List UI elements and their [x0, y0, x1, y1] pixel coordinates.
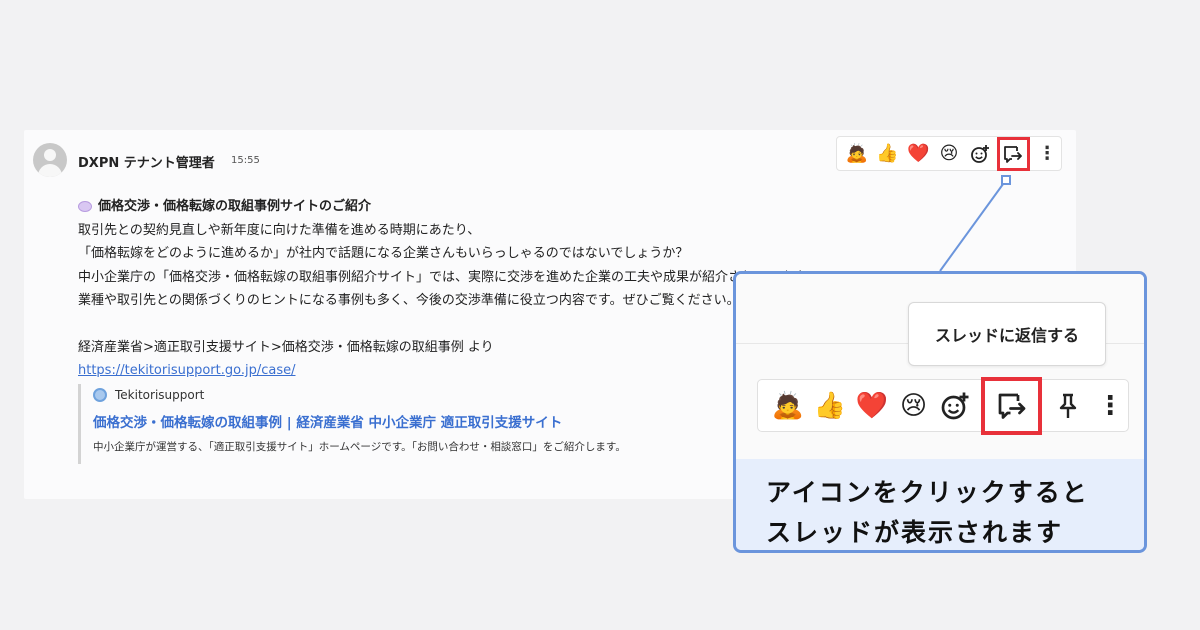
- callout-caption: アイコンをクリックすると スレッドが表示されます: [736, 459, 1144, 550]
- author-name[interactable]: DXPN テナント管理者: [78, 152, 215, 171]
- link-preview: Tekitorisupport 価格交渉・価格転嫁の取組事例 | 経済産業省 中…: [78, 384, 778, 464]
- preview-site-row: Tekitorisupport: [93, 388, 778, 402]
- thread-reply-tooltip: スレッドに返信する: [908, 302, 1106, 366]
- preview-description: 中小企業庁が運営する、「適正取引支援サイト」ホームページです。「お問い合わせ・相…: [93, 441, 626, 453]
- message-line: 取引先との契約見直しや新年度に向けた準備を進める時期にあたり、: [78, 222, 481, 238]
- reply-in-thread-button[interactable]: [981, 376, 1043, 435]
- message-title: 価格交渉・価格転嫁の取組事例サイトのご紹介: [98, 199, 372, 214]
- preview-title-link[interactable]: 価格交渉・価格転嫁の取組事例 | 経済産業省 中小企業庁 適正取引支援サイト: [93, 411, 778, 431]
- thread-reply-icon: [998, 393, 1026, 419]
- speech-bubble-icon: [78, 201, 92, 213]
- more-options-icon[interactable]: ⋮: [1092, 387, 1128, 425]
- thumbs-up-emoji-icon[interactable]: 👍: [812, 387, 848, 425]
- thumbs-up-emoji-icon[interactable]: 👍: [874, 140, 902, 168]
- crying-emoji-icon[interactable]: 😢: [896, 387, 932, 425]
- thread-reply-icon: [1004, 145, 1023, 163]
- message-title-row: 価格交渉・価格転嫁の取組事例サイトのご紹介: [78, 195, 878, 219]
- caption-line-2: スレッドが表示されます: [766, 518, 1064, 547]
- caption-line-1: アイコンをクリックすると: [766, 478, 1089, 507]
- pin-svg: [1059, 393, 1077, 418]
- callout-zoomed-area: スレッドに返信する 🙇 👍 ❤️ 😢 ⋮: [736, 274, 1144, 459]
- heart-emoji-icon[interactable]: ❤️: [854, 387, 890, 425]
- message-line: 「価格転嫁をどのように進めるか」が社内で話題になる企業さんもいらっしゃるのではな…: [78, 246, 689, 261]
- bowing-emoji-icon[interactable]: 🙇: [843, 140, 871, 168]
- message-time: 15:55: [231, 155, 260, 166]
- zoomed-reaction-bar: 🙇 👍 ❤️ 😢 ⋮: [757, 376, 1129, 435]
- add-reaction-svg: [970, 144, 989, 163]
- reply-in-thread-button[interactable]: [996, 136, 1031, 171]
- add-reaction-icon[interactable]: [966, 140, 994, 168]
- reaction-bar: 🙇 👍 ❤️ 😢 ⋮: [836, 136, 1062, 171]
- heart-emoji-icon[interactable]: ❤️: [904, 140, 932, 168]
- bowing-emoji-icon[interactable]: 🙇: [770, 387, 806, 425]
- pin-icon[interactable]: [1050, 387, 1086, 425]
- preview-site-name: Tekitorisupport: [115, 388, 205, 402]
- add-reaction-icon[interactable]: [938, 387, 974, 425]
- site-favicon-icon: [93, 388, 107, 402]
- message-link[interactable]: https://tekitorisupport.go.jp/case/: [78, 363, 296, 378]
- more-options-icon[interactable]: ⋮: [1033, 140, 1061, 168]
- add-reaction-svg: [942, 392, 969, 419]
- zoom-callout: スレッドに返信する 🙇 👍 ❤️ 😢 ⋮ アイコンをクリックすると スレッドが表…: [733, 271, 1147, 553]
- avatar[interactable]: [33, 143, 67, 177]
- crying-emoji-icon[interactable]: 😢: [935, 140, 963, 168]
